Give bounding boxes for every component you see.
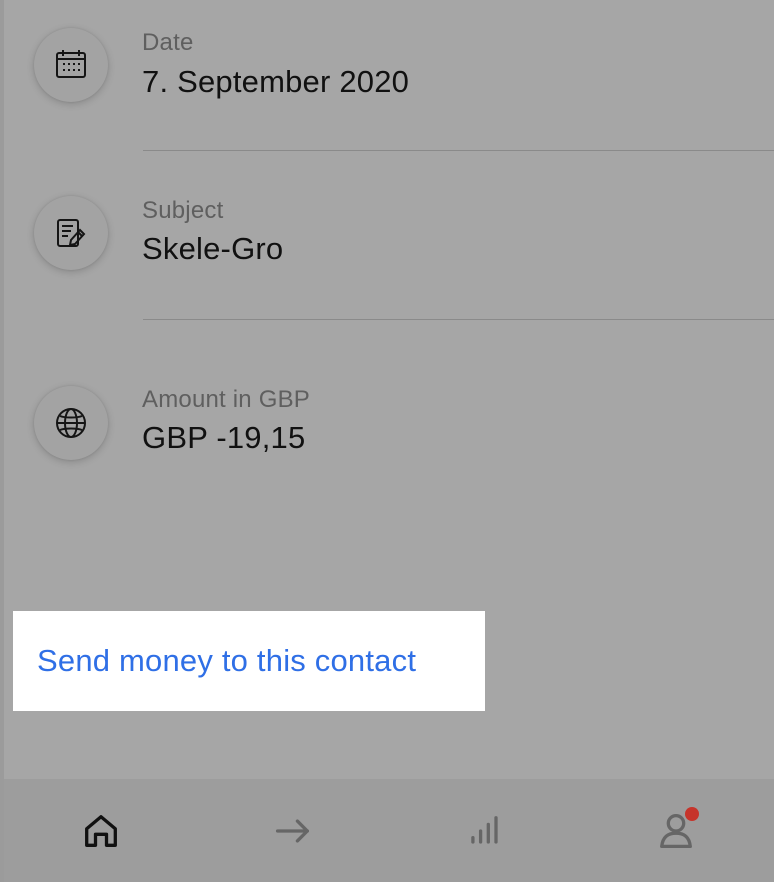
bottom-navigation [4, 779, 774, 882]
divider [143, 319, 774, 320]
nav-stats[interactable] [455, 801, 515, 861]
calendar-icon [34, 28, 108, 102]
date-value: 7. September 2020 [142, 64, 410, 99]
notification-badge [685, 807, 699, 821]
detail-row-amount: Amount in GBP GBP -19,15 [4, 357, 774, 477]
nav-transfer[interactable] [263, 801, 323, 861]
detail-row-subject: Subject Skele-Gro [4, 168, 774, 288]
transaction-details-screen: Date 7. September 2020 Subject Skele-Gro [4, 0, 774, 882]
subject-label: Subject [142, 197, 224, 224]
subject-value: Skele-Gro [142, 231, 284, 266]
divider [143, 150, 774, 151]
edit-note-icon [34, 196, 108, 270]
globe-icon [34, 386, 108, 460]
send-money-highlight: Send money to this contact [13, 611, 485, 711]
nav-profile[interactable] [646, 801, 706, 861]
nav-home[interactable] [71, 801, 131, 861]
home-icon [85, 815, 117, 847]
date-label: Date [142, 29, 194, 56]
bar-chart-icon [471, 816, 498, 844]
amount-label: Amount in GBP [142, 386, 311, 413]
send-money-link[interactable]: Send money to this contact [37, 643, 416, 679]
arrow-right-icon [275, 819, 309, 843]
detail-row-date: Date 7. September 2020 [4, 0, 774, 120]
amount-value: GBP -19,15 [142, 420, 306, 455]
